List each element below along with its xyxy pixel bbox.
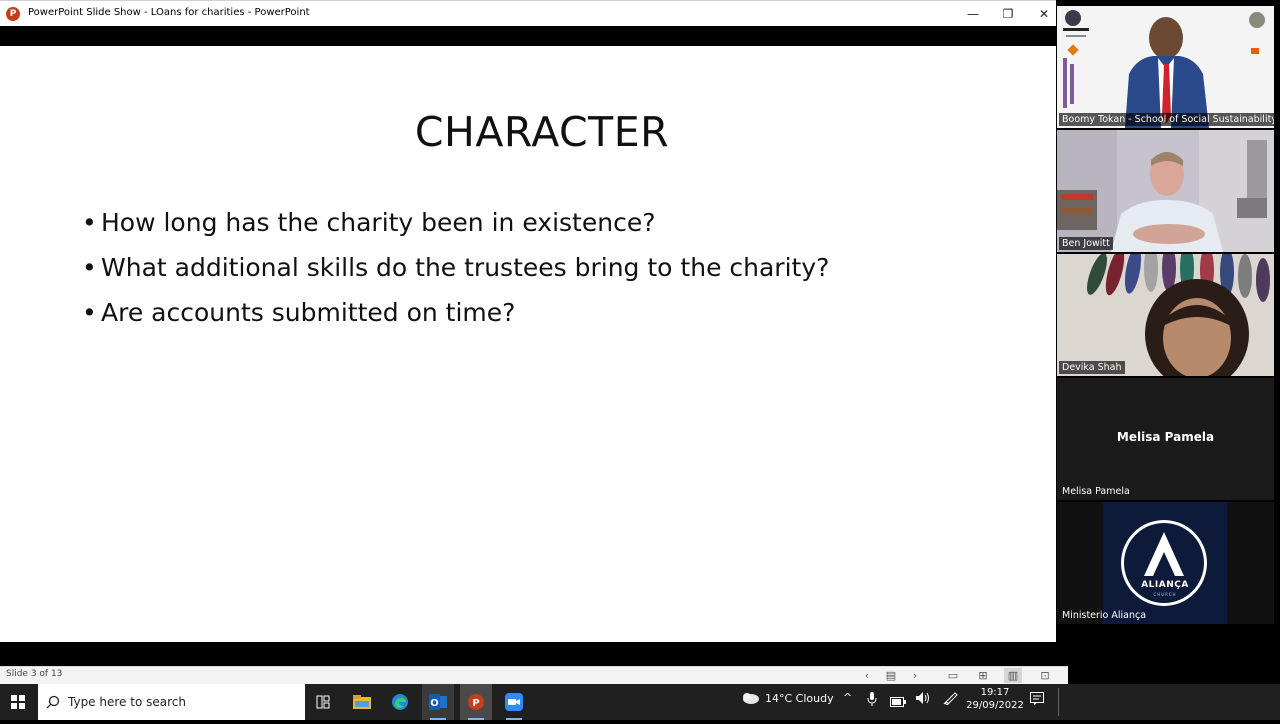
weather-icon[interactable] bbox=[740, 690, 760, 709]
slide-bullet: • What additional skills do the trustees … bbox=[82, 253, 829, 282]
show-desktop-divider[interactable] bbox=[1058, 688, 1059, 716]
taskbar-search-box[interactable]: Type here to search bbox=[38, 684, 305, 720]
microphone-icon[interactable] bbox=[867, 691, 877, 710]
church-logo-subtext: CHURCH bbox=[1153, 592, 1177, 597]
slide-menu-icon[interactable]: ▤ bbox=[882, 668, 900, 683]
reading-view-icon[interactable]: ▥ bbox=[1004, 668, 1022, 683]
search-icon bbox=[46, 695, 60, 709]
slideshow-statusbar: Slide 3 of 13 ‹ ▤ › ▭ ⊞ ▥ ⊡ bbox=[0, 666, 1068, 684]
participant-tile[interactable]: ALIANÇA CHURCH Ministerio Aliança bbox=[1057, 502, 1274, 624]
notifications-icon[interactable] bbox=[1030, 691, 1044, 710]
bullet-dot: • bbox=[82, 298, 97, 327]
slide-counter: Slide 3 of 13 bbox=[6, 669, 63, 679]
volume-icon[interactable] bbox=[915, 690, 931, 709]
powerpoint-icon: P bbox=[6, 7, 20, 21]
chevron-up-icon[interactable]: ^ bbox=[843, 684, 852, 712]
pen-icon[interactable] bbox=[943, 690, 959, 709]
church-logo-text: ALIANÇA bbox=[1141, 580, 1189, 590]
restore-button[interactable]: ❐ bbox=[999, 5, 1017, 23]
outlook-icon[interactable]: O bbox=[422, 684, 454, 720]
edge-browser-icon[interactable] bbox=[384, 684, 416, 720]
participant-video bbox=[1057, 6, 1274, 128]
participant-tile[interactable]: Ben Jowitt bbox=[1057, 130, 1274, 252]
participant-name: Boomy Tokan - School of Social Sustainab… bbox=[1059, 113, 1274, 126]
clock[interactable]: 19:17 29/09/2022 bbox=[966, 686, 1024, 712]
participant-display-name: Melisa Pamela bbox=[1116, 430, 1215, 444]
task-view-icon[interactable] bbox=[307, 684, 339, 720]
previous-slide-icon[interactable]: ‹ bbox=[858, 668, 876, 683]
participant-name: Ben Jowitt bbox=[1059, 237, 1113, 250]
bullet-text: How long has the charity been in existen… bbox=[101, 208, 656, 237]
bullet-dot: • bbox=[82, 208, 97, 237]
normal-view-icon[interactable]: ▭ bbox=[944, 668, 962, 683]
slide-sorter-icon[interactable]: ⊞ bbox=[974, 668, 992, 683]
slideshow-view-icon[interactable]: ⊡ bbox=[1036, 668, 1054, 683]
windows-start-icon[interactable] bbox=[2, 684, 34, 720]
participant-video bbox=[1057, 254, 1274, 376]
clock-date: 29/09/2022 bbox=[966, 700, 1024, 711]
window-titlebar: P PowerPoint Slide Show - LOans for char… bbox=[0, 0, 1056, 26]
slideshow-bottom-band bbox=[0, 642, 1068, 666]
slide-bullet: • Are accounts submitted on time? bbox=[82, 298, 515, 327]
slide-title: CHARACTER bbox=[414, 108, 670, 156]
bullet-text: Are accounts submitted on time? bbox=[101, 298, 516, 327]
minimize-button[interactable]: — bbox=[964, 5, 982, 23]
slideshow-top-band bbox=[0, 26, 1056, 46]
slide-bullet: • How long has the charity been in existe… bbox=[82, 208, 655, 237]
battery-icon[interactable] bbox=[890, 692, 906, 711]
svg-text:P: P bbox=[472, 698, 479, 709]
weather-text[interactable]: 14°C Cloudy bbox=[765, 684, 834, 720]
bullet-text: What additional skills do the trustees b… bbox=[101, 253, 830, 282]
file-explorer-icon[interactable] bbox=[346, 684, 378, 720]
svg-text:O: O bbox=[430, 698, 439, 709]
participant-name: Devika Shah bbox=[1059, 361, 1125, 374]
next-slide-icon[interactable]: › bbox=[906, 668, 924, 683]
participant-video bbox=[1057, 130, 1274, 252]
search-placeholder: Type here to search bbox=[68, 695, 186, 709]
participant-tile[interactable]: Devika Shah bbox=[1057, 254, 1274, 376]
church-logo-icon bbox=[1121, 520, 1207, 606]
close-button[interactable]: ✕ bbox=[1035, 5, 1053, 23]
participant-name: Melisa Pamela bbox=[1062, 486, 1130, 497]
clock-time: 19:17 bbox=[980, 687, 1010, 698]
participant-tile[interactable]: Boomy Tokan - School of Social Sustainab… bbox=[1057, 6, 1274, 128]
participant-tile[interactable]: Melisa Pamela Melisa Pamela bbox=[1057, 378, 1274, 500]
participant-name: Ministerio Aliança bbox=[1062, 610, 1147, 621]
zoom-icon[interactable] bbox=[498, 684, 530, 720]
window-title: PowerPoint Slide Show - LOans for charit… bbox=[28, 7, 310, 18]
powerpoint-taskbar-icon[interactable]: P bbox=[460, 684, 492, 720]
bullet-dot: • bbox=[82, 253, 97, 282]
